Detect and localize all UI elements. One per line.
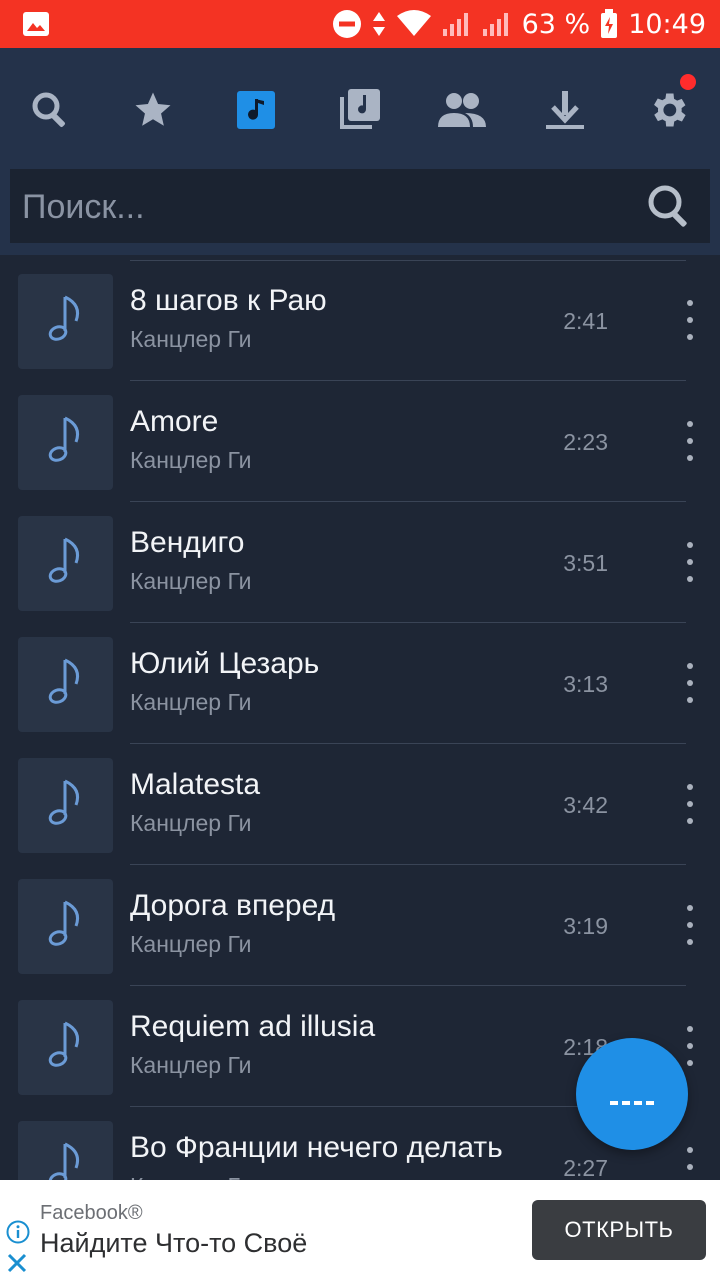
ad-source: Facebook® xyxy=(40,1202,143,1224)
more-options-icon[interactable] xyxy=(678,784,702,824)
music-note-icon xyxy=(46,414,86,471)
track-artist: Канцлер Ги xyxy=(130,689,252,715)
track-title: Юлий Цезарь xyxy=(130,647,320,680)
track-duration: 2:41 xyxy=(563,308,608,334)
track-artist: Канцлер Ги xyxy=(130,568,252,594)
music-library-icon[interactable] xyxy=(331,82,387,138)
track-cover xyxy=(18,879,113,974)
data-arrows-icon xyxy=(372,10,386,38)
download-icon[interactable] xyxy=(537,82,593,138)
track-row[interactable]: Вендиго Канцлер Ги 3:51 xyxy=(0,502,720,623)
track-duration: 2:23 xyxy=(563,429,608,455)
track-duration: 3:13 xyxy=(563,671,608,697)
track-duration: 2:27 xyxy=(563,1155,608,1181)
notification-dot xyxy=(680,74,696,90)
gear-icon[interactable] xyxy=(640,74,696,138)
track-cover xyxy=(18,637,113,732)
ad-info-icon[interactable] xyxy=(6,1220,30,1249)
track-duration: 3:42 xyxy=(563,792,608,818)
music-note-icon xyxy=(46,535,86,592)
track-row[interactable]: 8 шагов к Раю Канцлер Ги 2:41 xyxy=(0,260,720,381)
track-cover xyxy=(18,758,113,853)
wifi-icon xyxy=(396,10,432,38)
battery-charging-icon xyxy=(600,9,618,39)
track-cover xyxy=(18,1000,113,1095)
track-row[interactable]: Юлий Цезарь Канцлер Ги 3:13 xyxy=(0,623,720,744)
track-duration: 3:19 xyxy=(563,913,608,939)
search-input[interactable] xyxy=(20,169,624,245)
track-title: Вендиго xyxy=(130,526,245,559)
ad-headline[interactable]: Найдите Что-то Своё xyxy=(40,1228,307,1259)
track-cover xyxy=(18,395,113,490)
more-options-icon[interactable] xyxy=(678,542,702,582)
music-note-icon xyxy=(46,898,86,955)
search-submit-icon[interactable] xyxy=(646,183,694,231)
track-title: Amore xyxy=(130,405,219,438)
more-options-icon[interactable] xyxy=(678,1026,702,1066)
screen: 63 % 10:49 Поиск... 8 шагов к Раю Канцле… xyxy=(0,0,720,1280)
more-options-icon[interactable] xyxy=(678,905,702,945)
floating-action-button[interactable] xyxy=(576,1038,688,1150)
close-icon[interactable] xyxy=(6,1252,28,1279)
search-icon[interactable] xyxy=(22,82,78,138)
track-cover xyxy=(18,274,113,369)
clock: 10:49 xyxy=(628,8,706,40)
search-bar xyxy=(0,155,720,255)
top-toolbar xyxy=(0,48,720,170)
track-artist: Канцлер Ги xyxy=(130,1052,252,1078)
track-title: Дорога вперед xyxy=(130,889,336,922)
more-options-icon[interactable] xyxy=(678,421,702,461)
track-duration: 3:51 xyxy=(563,550,608,576)
music-note-icon xyxy=(46,1019,86,1076)
signal-icon-2 xyxy=(482,11,512,37)
track-artist: Канцлер Ги xyxy=(130,326,252,352)
people-icon[interactable] xyxy=(434,82,490,138)
status-bar: 63 % 10:49 xyxy=(0,0,720,48)
do-not-disturb-icon xyxy=(332,9,362,39)
track-title: 8 шагов к Раю xyxy=(130,284,327,317)
music-note-icon xyxy=(46,777,86,834)
track-title: Во Франции нечего делать xyxy=(130,1131,503,1164)
search-box xyxy=(10,169,710,245)
ad-open-button[interactable]: ОТКРЫТЬ xyxy=(532,1200,706,1260)
track-title: Malatesta xyxy=(130,768,261,801)
track-row[interactable]: Amore Канцлер Ги 2:23 xyxy=(0,381,720,502)
track-row[interactable]: Дорога вперед Канцлер Ги 3:19 xyxy=(0,865,720,986)
music-note-icon xyxy=(46,656,86,713)
track-row[interactable]: Malatesta Канцлер Ги 3:42 xyxy=(0,744,720,865)
track-title: Requiem ad illusia xyxy=(130,1010,376,1043)
more-options-icon[interactable] xyxy=(678,663,702,703)
more-options-icon[interactable] xyxy=(678,300,702,340)
music-note-icon[interactable] xyxy=(228,82,284,138)
track-artist: Канцлер Ги xyxy=(130,810,252,836)
signal-icon xyxy=(442,11,472,37)
gallery-notification-icon xyxy=(22,10,50,43)
track-artist: Канцлер Ги xyxy=(130,931,252,957)
music-note-icon xyxy=(46,293,86,350)
track-artist: Канцлер Ги xyxy=(130,447,252,473)
star-icon[interactable] xyxy=(125,82,181,138)
track-cover xyxy=(18,516,113,611)
ellipsis-icon xyxy=(610,1101,654,1105)
battery-percent: 63 % xyxy=(521,8,591,40)
